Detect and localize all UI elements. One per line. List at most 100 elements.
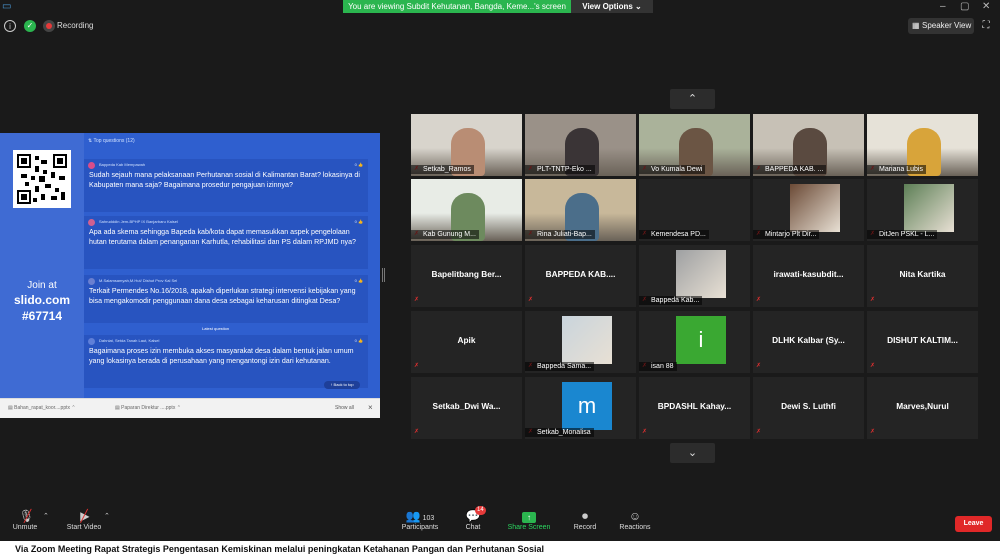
muted-mic-icon: ✗ [870,297,876,303]
close-button[interactable]: ✕ [982,1,990,12]
like-count[interactable]: 0 👍 [355,338,363,343]
split-resize-handle[interactable] [382,268,385,282]
question-card: Sahrudddin Jem-BPHP IX Banjarbaru Kalsel… [84,216,368,269]
info-icon[interactable]: i [4,20,16,32]
participant-tile[interactable]: m✗Setkab_Monalisa [525,377,636,439]
show-all-button[interactable]: Show all [335,405,354,411]
participant-tile[interactable]: ✗DitJen PSKL - L... [867,179,978,241]
audio-options-caret[interactable]: ⌃ [43,512,49,520]
like-count-value: 0 [354,162,357,167]
thumbs-up-icon: 👍 [358,162,363,167]
video-options-caret[interactable]: ⌃ [104,512,110,520]
start-video-button[interactable]: ▶╱ Start Video [62,508,106,531]
security-shield-icon[interactable]: ✓ [24,20,36,32]
participant-tile[interactable]: DISHUT KALTIM... ✗ [867,311,978,373]
muted-mic-icon: 🎙╱ [18,509,34,523]
close-icon[interactable]: × [368,403,373,412]
participant-tile[interactable]: Marves,Nurul ✗ [867,377,978,439]
like-count[interactable]: 0 👍 [355,278,363,283]
participant-tile[interactable]: ✗Setkab_Ramos [411,114,522,176]
participant-name: isan 88 [639,362,677,371]
slido-join-panel: Join at slido.com #67714 [0,133,84,398]
muted-mic-icon: ✗ [414,363,420,369]
question-card: Bappeda Kab Mempawah 0 👍 Sudah sejauh ma… [84,159,368,212]
participant-tile[interactable]: Apik ✗ [411,311,522,373]
participant-tile[interactable]: ✗Bappeda Sama... [525,311,636,373]
participant-name: Setkab_Monalisa [525,428,594,437]
participant-name-center: Apik [457,335,476,345]
participant-name: Kemendesa PD... [639,230,709,239]
download-bar: ▤ Bahan_rapat_koor....pptx ⌃ ▤ Paparan D… [0,398,380,418]
zoom-app-icon: ▭ [2,1,12,12]
leave-button[interactable]: Leave [955,516,992,532]
maximize-button[interactable]: ▢ [960,1,969,12]
shared-screen: Join at slido.com #67714 ⇅ Top questions… [0,133,380,418]
chat-icon: 💬 14 [465,506,486,523]
participants-button[interactable]: 👥 103 Participants [398,508,442,531]
gallery-next-page-button[interactable]: ⌄ [670,443,715,463]
participant-name: Kab Gunung M... [411,230,479,239]
back-to-top-button[interactable]: ↑ Back to top [324,381,360,389]
participant-tile[interactable]: ✗Vo Kumala Dewi [639,114,750,176]
chat-button[interactable]: 💬 14 Chat [458,506,488,531]
share-screen-button[interactable]: ↑ Share Screen [505,508,553,531]
meeting-toolbar: 🎙╱ Unmute ⌃ ▶╱ Start Video ⌃ 👥 103 Partic… [0,504,1000,541]
question-text: Bagaimana proses izin membuka akses masy… [89,347,354,365]
participants-icon: 👥 103 [405,509,435,523]
meeting-topbar: i ✓ [0,16,1000,38]
muted-mic-icon: ✗ [414,429,420,435]
recording-label: Recording [57,21,94,30]
participant-profile-photo [676,250,726,298]
muted-mic-icon: ✗ [642,429,648,435]
photo-caption: Via Zoom Meeting Rapat Strategis Pengent… [15,544,544,554]
participant-tile[interactable]: DLHK Kalbar (Sy... ✗ [753,311,864,373]
download-item[interactable]: ▤ Bahan_rapat_koor....pptx ⌃ [8,405,76,411]
participant-tile[interactable]: ✗Bappeda Kab... [639,245,750,307]
participant-tile[interactable]: ✗Rina Juliati-Bap... [525,179,636,241]
participant-tile[interactable]: i✗isan 88 [639,311,750,373]
participant-tile[interactable]: ✗Mariana Lubis [867,114,978,176]
qr-code [13,150,71,208]
participant-tile[interactable]: ✗Kab Gunung M... [411,179,522,241]
participant-tile[interactable]: BPDASHL Kahay... ✗ [639,377,750,439]
question-card: Dahniat, Setda Tanah Laut, Kalsel 0 👍 Ba… [84,335,368,388]
reactions-button[interactable]: ☺ Reactions [616,508,654,531]
participant-tile[interactable]: Dewi S. Luthfi ✗ [753,377,864,439]
reactions-label: Reactions [619,524,651,531]
top-questions-text: Top questions (12) [93,138,135,144]
like-count[interactable]: 0 👍 [355,162,363,167]
muted-mic-icon: ✗ [756,363,762,369]
muted-mic-icon: ✗ [528,297,534,303]
participant-initial-avatar: m [562,382,612,430]
participant-name: Vo Kumala Dewi [639,165,706,174]
chat-badge: 14 [475,506,486,515]
participant-tile[interactable]: Nita Kartika ✗ [867,245,978,307]
gallery-prev-page-button[interactable]: ⌃ [670,89,715,109]
participant-name-center: irawati-kasubdit... [773,269,844,279]
participant-tile[interactable]: ✗PLT-TNTP-Eko ... [525,114,636,176]
fullscreen-icon[interactable]: ⛶ [979,19,993,33]
muted-mic-icon: ✗ [414,297,420,303]
share-screen-label: Share Screen [507,524,551,531]
record-button[interactable]: ⏺ Record [570,508,600,531]
like-count[interactable]: 0 👍 [355,219,363,224]
participant-tile[interactable]: BAPPEDA KAB.... ✗ [525,245,636,307]
download-item[interactable]: ▤ Paparan Direktur ....pptx ⌃ [115,405,181,411]
participant-tile[interactable]: ✗Kemendesa PD... [639,179,750,241]
participant-name: PLT-TNTP-Eko ... [525,165,595,174]
participant-profile-photo [790,184,840,232]
participant-tile[interactable]: ✗BAPPEDA KAB. ... [753,114,864,176]
minimize-button[interactable]: – [940,1,946,12]
participant-tile[interactable]: irawati-kasubdit... ✗ [753,245,864,307]
speaker-view-button[interactable]: ▦ Speaker View [908,18,974,34]
view-options-button[interactable]: View Options ⌄ [571,0,653,13]
participant-tile[interactable]: ✗Mintarjo Plt Dir... [753,179,864,241]
question-author: Bappeda Kab Mempawah [99,162,146,167]
unmute-button[interactable]: 🎙╱ Unmute [8,508,42,531]
participant-tile[interactable]: Setkab_Dwi Wa... ✗ [411,377,522,439]
participant-tile[interactable]: Bapelitbang Ber... ✗ [411,245,522,307]
top-questions-label[interactable]: ⇅ Top questions (12) [88,138,135,144]
muted-mic-icon: ✗ [870,429,876,435]
participant-profile-photo [562,316,612,364]
avatar [88,278,95,285]
